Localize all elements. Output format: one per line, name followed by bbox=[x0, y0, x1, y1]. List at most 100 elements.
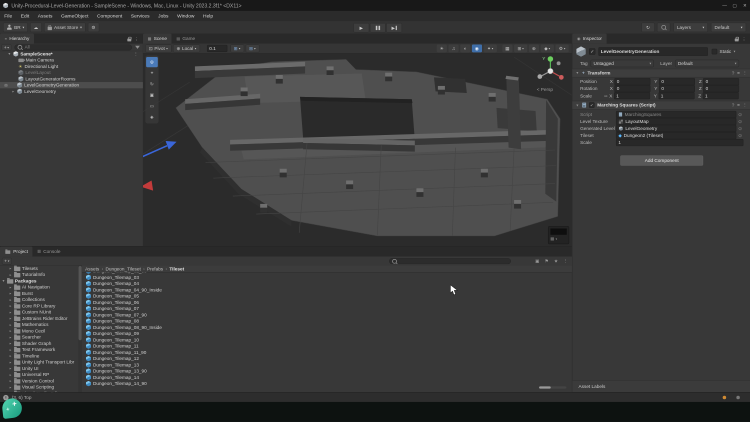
level-texture-object-field[interactable]: LayoutMap bbox=[616, 118, 736, 125]
position-y-field[interactable]: 0 bbox=[659, 78, 695, 85]
breadcrumb-item[interactable]: Dungeon_Tileset bbox=[105, 266, 140, 271]
breadcrumb-item[interactable]: Prefabs bbox=[147, 266, 163, 271]
menu-jobs[interactable]: Jobs bbox=[154, 13, 173, 18]
pivot-toggle[interactable]: ⊡ Pivot ▾ bbox=[145, 45, 171, 53]
draw-mode-dropdown[interactable]: ⊞▾ bbox=[514, 45, 527, 53]
tab-console[interactable]: ▦ Console bbox=[33, 246, 66, 256]
scale-z-field[interactable]: 1 bbox=[703, 92, 739, 99]
scale-x-field[interactable]: 1 bbox=[614, 92, 650, 99]
chevron-down-icon[interactable]: ▾ bbox=[556, 237, 558, 241]
hierarchy-search-input[interactable]: All bbox=[14, 44, 132, 50]
scene-visibility-toggle[interactable]: ◉ bbox=[472, 45, 482, 53]
kebab-menu-icon[interactable]: ⋮ bbox=[743, 102, 748, 107]
create-asset-button[interactable]: + ▾ bbox=[2, 258, 12, 265]
link-scale-icon[interactable]: ∞ bbox=[604, 93, 607, 98]
settings-button[interactable]: ⚙ bbox=[88, 23, 99, 32]
view-tool-button[interactable]: ⊚ bbox=[146, 57, 158, 67]
save-search-icon[interactable]: ★ bbox=[554, 258, 558, 263]
overlay-panel-button[interactable]: ▦ bbox=[502, 45, 512, 53]
generated-level-object-field[interactable]: LevelGeometry bbox=[616, 125, 736, 132]
layers-dropdown[interactable]: Layers ▾ bbox=[673, 23, 707, 32]
effects-toggle[interactable]: ◐ bbox=[460, 45, 470, 53]
lighting-toggle[interactable]: ☀ bbox=[437, 45, 447, 53]
object-picker-icon[interactable]: ⊙ bbox=[738, 119, 742, 124]
move-tool-button[interactable]: + bbox=[146, 68, 158, 78]
account-button[interactable]: BR ▾ bbox=[3, 23, 28, 32]
camera-settings-button[interactable]: ✦▾ bbox=[484, 45, 497, 53]
create-add-button[interactable]: + ▾ bbox=[2, 44, 12, 50]
scale-y-field[interactable]: 1 bbox=[658, 92, 694, 99]
gameobject-name-field[interactable]: LevelGeometryGeneration bbox=[598, 47, 707, 56]
breadcrumb-item[interactable]: Tileset bbox=[169, 266, 184, 271]
help-icon[interactable]: ? bbox=[732, 70, 735, 75]
expander-icon[interactable]: ▸ bbox=[11, 89, 15, 93]
step-button[interactable]: ▶ bbox=[386, 23, 402, 32]
lock-icon[interactable] bbox=[127, 39, 131, 42]
rotation-z-field[interactable]: 0 bbox=[703, 85, 739, 92]
increment-snap-button[interactable]: ⊞ ▾ bbox=[246, 45, 260, 53]
kebab-menu-icon[interactable]: ⋮ bbox=[134, 51, 139, 56]
menu-component[interactable]: Component bbox=[93, 13, 127, 18]
close-button[interactable]: ✕ bbox=[740, 3, 750, 8]
play-button[interactable]: ▶ bbox=[354, 23, 370, 32]
rect-tool-button[interactable]: ▭ bbox=[146, 101, 158, 111]
position-z-field[interactable]: 0 bbox=[703, 78, 739, 85]
script-scale-field[interactable]: 1 bbox=[616, 139, 743, 146]
lock-icon[interactable] bbox=[735, 39, 739, 42]
minimize-button[interactable]: — bbox=[720, 3, 730, 8]
menu-help[interactable]: Help bbox=[199, 13, 218, 18]
help-icon[interactable]: ? bbox=[732, 102, 735, 107]
asset-labels-bar[interactable]: Asset Labels bbox=[572, 380, 750, 392]
picking-icon[interactable]: ◎ bbox=[4, 83, 7, 87]
presets-icon[interactable]: ≡ bbox=[737, 102, 740, 107]
rotation-x-field[interactable]: 0 bbox=[614, 85, 650, 92]
active-checkbox[interactable]: ✓ bbox=[589, 48, 595, 54]
tag-dropdown[interactable]: Untagged ▾ bbox=[591, 60, 654, 67]
menu-gameobject[interactable]: GameObject bbox=[57, 13, 93, 18]
scene-viewport-3d[interactable]: ⊚ + ↻ ▣ ▭ ◈ Y < Persp bbox=[143, 53, 572, 246]
filter-funnel-icon[interactable] bbox=[135, 46, 140, 49]
tab-game[interactable]: ▦ Game bbox=[172, 34, 200, 44]
script-object-field[interactable]: MarchingSquares bbox=[616, 111, 736, 118]
pause-button[interactable] bbox=[370, 23, 386, 32]
component-enabled-checkbox[interactable]: ✓ bbox=[589, 102, 594, 107]
tab-project[interactable]: Project bbox=[0, 246, 33, 256]
object-picker-icon[interactable]: ⊙ bbox=[738, 133, 742, 138]
asset-store-button[interactable]: Asset Store ▾ bbox=[44, 23, 85, 32]
maximize-button[interactable]: ▢ bbox=[730, 3, 740, 8]
asset-item[interactable]: Dungeon_Tilemap_14_90 bbox=[82, 380, 572, 386]
object-picker-icon[interactable]: ⊙ bbox=[738, 112, 742, 117]
grid-size-field[interactable]: 0.1 bbox=[207, 45, 227, 52]
menu-edit[interactable]: Edit bbox=[16, 13, 33, 18]
static-dropdown-icon[interactable]: ▾ bbox=[734, 49, 736, 53]
kebab-menu-icon[interactable]: ⋮ bbox=[134, 37, 139, 42]
layout-dropdown[interactable]: Default ▾ bbox=[711, 23, 746, 32]
kebab-menu-icon[interactable]: ⋮ bbox=[743, 70, 748, 75]
gizmos-dropdown[interactable]: ◆▾ bbox=[541, 45, 554, 53]
orientation-gizmo[interactable]: Y bbox=[533, 54, 568, 87]
object-picker-icon[interactable]: ⊙ bbox=[738, 126, 742, 131]
transform-tool-button[interactable]: ◈ bbox=[146, 112, 158, 122]
kebab-menu-icon[interactable]: ⋮ bbox=[742, 37, 747, 42]
search-everything-button[interactable] bbox=[657, 23, 670, 32]
foldout-icon[interactable]: ▼ bbox=[575, 103, 579, 107]
tileset-object-field[interactable]: ◆ Dungeon2 (Tileset) bbox=[616, 132, 736, 139]
transform-header[interactable]: ▼ + Transform ? ≡ ⋮ bbox=[572, 69, 750, 78]
tab-scene[interactable]: ▦ Scene bbox=[143, 34, 172, 44]
hierarchy-row[interactable]: ▸ LevelGeometry bbox=[0, 88, 143, 94]
menu-window[interactable]: Window bbox=[173, 13, 199, 18]
static-checkbox[interactable] bbox=[712, 49, 717, 54]
foldout-icon[interactable]: ▼ bbox=[575, 71, 579, 75]
menu-assets[interactable]: Assets bbox=[33, 13, 56, 18]
grid-snap-button[interactable]: ⊞ ▾ bbox=[230, 45, 244, 53]
breadcrumb-item[interactable]: Assets bbox=[85, 266, 99, 271]
rotation-y-field[interactable]: 0 bbox=[659, 85, 695, 92]
2d-toggle[interactable]: ⊕ bbox=[529, 45, 539, 53]
undo-history-button[interactable]: ↻ bbox=[641, 23, 654, 32]
perspective-label[interactable]: < Persp bbox=[537, 87, 553, 92]
menu-services[interactable]: Services bbox=[127, 13, 154, 18]
collapsed-overlay[interactable]: ▦ ▾ bbox=[548, 226, 569, 244]
position-x-field[interactable]: 0 bbox=[614, 78, 650, 85]
scene-camera-dropdown[interactable]: ⚙▾ bbox=[555, 45, 568, 53]
presets-icon[interactable]: ≡ bbox=[737, 70, 740, 75]
